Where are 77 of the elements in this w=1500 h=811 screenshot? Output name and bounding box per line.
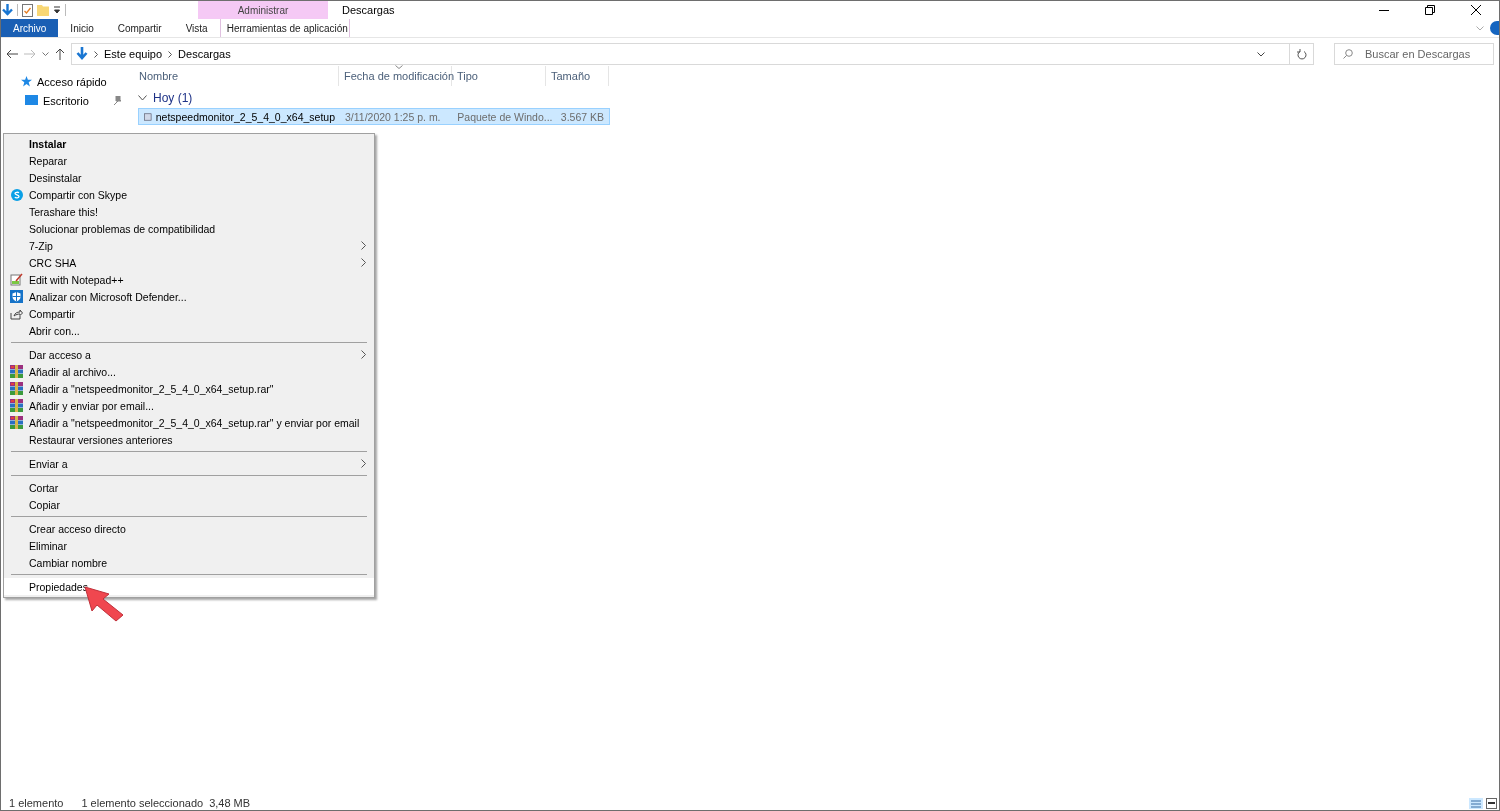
menu-item[interactable]: Añadir al archivo... [4,363,374,380]
refresh-button[interactable] [1290,43,1314,65]
menu-item[interactable]: Añadir y enviar por email... [4,397,374,414]
file-row[interactable]: netspeedmonitor_2_5_4_0_x64_setup 3/11/2020 1:25 p. m. Paquete de Windo... 3.567 KB [138,108,610,125]
close-icon [1471,5,1481,15]
menu-item[interactable]: Compartir [4,305,374,322]
menu-item[interactable]: Analizar con Microsoft Defender... [4,288,374,305]
column-header[interactable]: Fecha de modificación [339,66,452,86]
dropdown-icon[interactable] [1257,51,1265,57]
notepad-icon [10,273,23,286]
recent-locations-button[interactable] [42,51,49,57]
menu-item[interactable]: Eliminar [4,537,374,554]
group-header: Hoy (1) [153,91,193,105]
share-icon [10,307,23,320]
help-icon[interactable] [1490,21,1499,35]
chevron-right-icon [94,50,98,58]
desktop-icon [25,95,38,106]
up-button[interactable] [55,48,65,60]
dropdown-icon[interactable] [53,6,61,14]
menu-item[interactable]: Copiar [4,496,374,513]
download-arrow-icon[interactable] [2,3,13,17]
table-cell: netspeedmonitor_2_5_4_0_x64_setup [155,110,335,123]
archive-icon [10,382,23,395]
search-icon [1343,49,1353,59]
refresh-icon [1296,48,1307,60]
download-arrow-icon [76,47,88,61]
archive-icon [10,365,23,378]
menu-item[interactable]: Enviar a [4,455,374,472]
menu-item[interactable]: Propiedades [4,578,374,595]
menu-item[interactable]: Desinstalar [4,169,374,186]
skype-icon [10,188,23,201]
large-icons-view-icon[interactable] [1486,798,1497,809]
address-bar[interactable]: Este equipo Descargas [71,43,1290,65]
menu-item[interactable]: Compartir con Skype [4,186,374,203]
menu-item[interactable]: Terashare this! [4,203,374,220]
archive-icon [10,399,23,412]
search-field[interactable]: Buscar en Descargas [1334,43,1494,65]
installer-icon [144,110,152,123]
window-title: Descargas [342,4,395,16]
menu-item[interactable]: Crear acceso directo [4,520,374,537]
restore-icon [1425,5,1435,15]
menu-item[interactable]: Añadir a "netspeedmonitor_2_5_4_0_x64_setup.rar" [4,380,374,397]
menu-item[interactable]: CRC SHA [4,254,374,271]
menu-item[interactable]: Reparar [4,152,374,169]
status-text: 1 elemento [9,797,64,809]
table-cell: 3.567 KB [560,110,604,123]
ribbon-tab[interactable]: Archivo [1,19,59,37]
table-cell: Paquete de Windo... [457,110,553,123]
minimize-icon [1379,9,1389,11]
breadcrumb[interactable]: Este equipo [104,48,163,60]
menu-item[interactable]: Cambiar nombre [4,554,374,571]
menu-item[interactable]: Cortar [4,479,374,496]
context-tab-header: Administrar [198,1,328,19]
properties-icon[interactable] [22,3,33,17]
sidebar-item[interactable]: Escritorio [1,91,127,110]
menu-item[interactable]: Restaurar versiones anteriores [4,431,374,448]
status-text: 1 elemento seleccionado [81,797,204,809]
menu-item[interactable]: Abrir con... [4,322,374,339]
menu-item[interactable]: Solucionar problemas de compatibilidad [4,220,374,237]
ribbon-tab[interactable]: Herramientas de aplicación [219,19,350,37]
archive-icon [10,416,23,429]
menu-item[interactable]: 7-Zip [4,237,374,254]
table-cell: 3/11/2020 1:25 p. m. [345,110,441,123]
shield-icon [10,290,23,303]
menu-item[interactable]: Dar acceso a [4,346,374,363]
star-icon [21,76,32,87]
status-text: 3,48 MB [209,797,251,809]
chevron-right-icon [168,50,173,58]
column-header[interactable]: Nombre [134,66,339,86]
sidebar-item[interactable]: Acceso rápido [1,72,127,91]
menu-item[interactable]: Añadir a "netspeedmonitor_2_5_4_0_x64_setup.rar" y enviar por email [4,414,374,431]
column-header[interactable]: Tamaño [546,66,609,86]
back-button[interactable] [6,49,18,59]
chevron-down-icon[interactable] [138,95,147,101]
breadcrumb[interactable]: Descargas [178,48,231,60]
menu-item[interactable]: Edit with Notepad++ [4,271,374,288]
menu-item[interactable]: Instalar [4,135,374,152]
